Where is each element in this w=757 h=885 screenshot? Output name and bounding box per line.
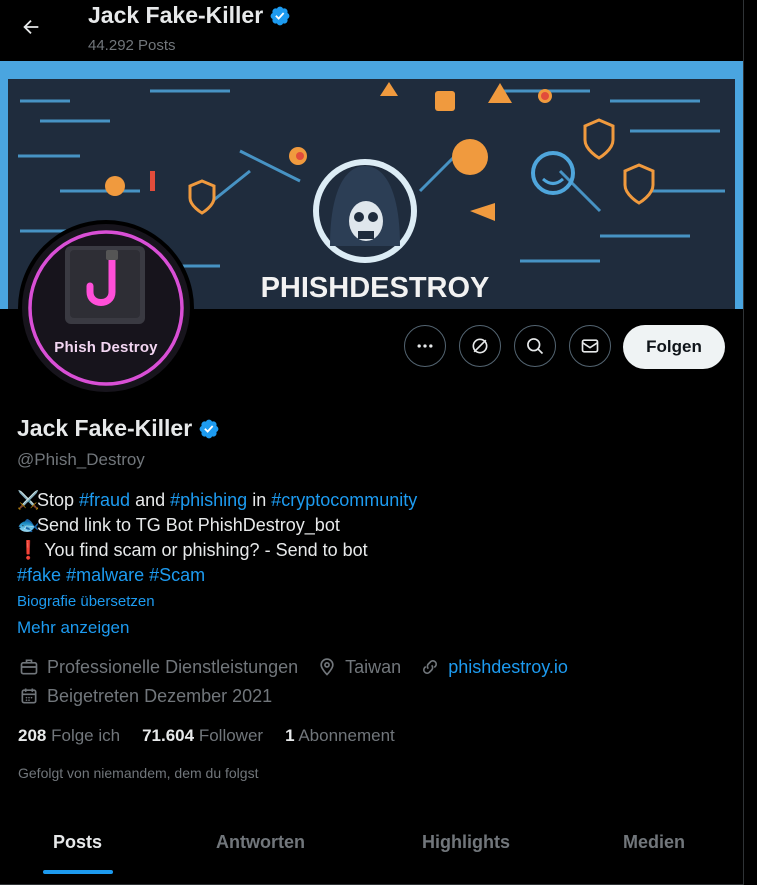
following-count: 208 [18, 726, 47, 745]
profile-location: Taiwan [345, 656, 402, 677]
show-more-link[interactable]: Mehr anzeigen [17, 618, 129, 638]
link-icon [419, 656, 441, 678]
profile-website-link[interactable]: phishdestroy.io [448, 657, 568, 678]
profile-tabs: Posts Antworten Highlights Medien [0, 820, 743, 885]
profile-bio: ⚔️Stop #fraud and #phishing in #cryptoco… [17, 488, 417, 588]
follow-stats: 208 Folge ich 71.604 Follower 1 Abonneme… [18, 726, 395, 746]
bio-text: in [247, 490, 272, 510]
subscribe-icon [472, 338, 488, 354]
following-stat[interactable]: 208 Folge ich [18, 726, 120, 746]
arrow-left-icon [23, 19, 39, 35]
bio-line: 🐟Send link to TG Bot PhishDestroy_bot [17, 513, 417, 538]
exclamation-icon: ❗ [17, 540, 40, 560]
back-button[interactable] [14, 10, 48, 44]
bio-text: You find scam or phishing? - Send to bot [39, 540, 368, 560]
following-label: Folge ich [51, 726, 121, 745]
bio-text: and [130, 490, 171, 510]
profile-name-row: Jack Fake-Killer [17, 415, 220, 442]
hashtag-link[interactable]: #malware [66, 565, 144, 585]
subscriptions-stat[interactable]: 1 Abonnement [285, 726, 395, 746]
followed-by-note: Gefolgt von niemandem, dem du folgst [18, 765, 259, 781]
profile-meta-row: Beigetreten Dezember 2021 [18, 685, 272, 707]
tab-replies[interactable]: Antworten [216, 832, 305, 853]
profile-category: Professionelle Dienstleistungen [47, 656, 299, 677]
hashtag-link[interactable]: #fake [17, 565, 61, 585]
message-icon [581, 339, 599, 353]
more-button[interactable] [404, 325, 446, 367]
location-icon [316, 656, 338, 678]
follow-button[interactable]: Folgen [623, 325, 725, 369]
tab-posts[interactable]: Posts [53, 832, 102, 853]
banner-wordmark: PHISHDESTROY [261, 272, 490, 304]
hashtag-link[interactable]: #cryptocommunity [271, 490, 417, 510]
hashtag-link[interactable]: #Scam [149, 565, 205, 585]
translate-bio-link[interactable]: Biografie übersetzen [17, 593, 155, 610]
header-name: Jack Fake-Killer [88, 2, 264, 28]
message-button[interactable] [569, 325, 611, 367]
followers-count: 71.604 [142, 726, 195, 745]
search-button[interactable] [514, 325, 556, 367]
bio-line: ❗ You find scam or phishing? - Send to b… [17, 538, 417, 563]
calendar-icon [18, 685, 40, 707]
profile-joined-date: Beigetreten Dezember 2021 [47, 685, 273, 706]
followers-stat[interactable]: 71.604 Follower [142, 726, 263, 746]
fish-icon: 🐟 [17, 515, 40, 535]
subscribe-button[interactable] [459, 325, 501, 367]
verified-badge-icon [270, 6, 290, 25]
avatar-caption: Phish Destroy [54, 339, 158, 356]
subscriptions-count: 1 [285, 726, 295, 745]
post-count: 44.292 Posts [88, 37, 176, 54]
search-icon [527, 338, 544, 355]
bio-text: Stop [37, 490, 80, 510]
followers-label: Follower [198, 726, 264, 745]
profile-header-bar: Jack Fake-Killer 44.292 Posts [0, 0, 743, 60]
profile-name: Jack Fake-Killer [17, 415, 193, 441]
subscriptions-label: Abonnement [298, 726, 395, 745]
hashtag-link[interactable]: #phishing [170, 490, 247, 510]
more-icon [417, 344, 433, 348]
header-title: Jack Fake-Killer [88, 2, 291, 29]
right-border [743, 0, 744, 885]
verified-badge-icon[interactable] [198, 418, 220, 440]
hashtag-link[interactable]: #fraud [79, 490, 130, 510]
tab-media[interactable]: Medien [623, 832, 685, 853]
tab-highlights[interactable]: Highlights [422, 832, 510, 853]
bio-line: ⚔️Stop #fraud and #phishing in #cryptoco… [17, 488, 417, 513]
avatar[interactable]: Phish Destroy [18, 220, 194, 396]
bio-text: Send link to TG Bot PhishDestroy_bot [37, 515, 340, 535]
crossed-swords-icon: ⚔️ [17, 490, 40, 510]
active-tab-indicator [43, 870, 113, 874]
briefcase-icon [18, 656, 40, 678]
profile-meta-row: Professionelle Dienstleistungen Taiwan p… [18, 656, 568, 678]
profile-handle: @Phish_Destroy [17, 450, 145, 469]
bio-line: #fake #malware #Scam [17, 563, 417, 588]
